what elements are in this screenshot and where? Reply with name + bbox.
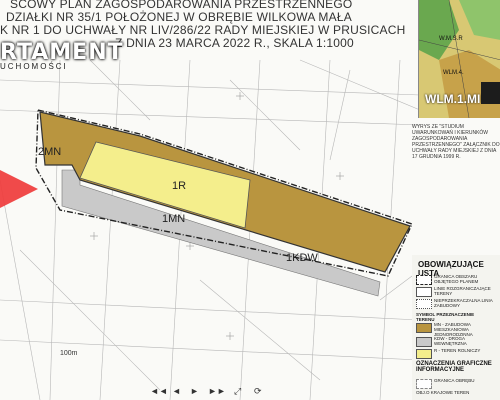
legend-text: GRANICA OBRĘBU [434,378,475,383]
prev-button[interactable]: ◄ [172,386,181,396]
inset-label-1: W.M.S.R [439,36,463,42]
first-button[interactable]: ◄◄ [150,386,168,396]
inset-label-2: WLM.4. [443,70,464,76]
zone-label-1r: 1R [172,180,187,192]
legend-swatch-building-line [416,299,432,309]
legend-row: NIEPRZEKRACZALNA LINIA ZABUDOWY [412,297,500,311]
legend-swatch-r [416,349,432,359]
legend-row: GRANICA OBRĘBU [412,377,500,391]
refresh-icon[interactable]: ⟳ [254,386,262,397]
last-button[interactable]: ►► [208,386,226,396]
legend-panel: OBOWIĄZUJĄCE USTA GRANICA OBSZARU OBJĘTE… [412,255,500,400]
study-inset-map: W.M.S.R WLM.4. WLM.1.MI [418,0,500,118]
legend-text: LINIE ROZGRANICZAJĄCE TERENY [434,286,491,296]
legend-text: GRANICA OBSZARU OBJĘTEGO PLANEM [434,274,479,284]
title-line-2: DZIAŁKI NR 35/1 POŁOŻONEJ W OBRĘBIE WILK… [6,10,352,24]
zone-label-1kdw: 1KDW [286,252,318,264]
zone-label-2mn: 2MN [38,146,62,158]
fullscreen-icon[interactable]: ⤢ [234,386,241,397]
legend-swatch-lines [416,287,432,297]
brand-subtitle: UCHOMOŚCI [0,62,68,71]
title-line-3: K NR 1 DO UCHWAŁY NR LIV/286/22 RADY MIE… [0,23,406,37]
legend-text: NIEPRZEKRACZALNA LINIA ZABUDOWY [434,298,493,308]
legend-swatch-kdw [416,337,432,347]
legend-row: R - TEREN ROLNICZY [412,347,500,361]
title-line-4: Z DNIA 23 MARCA 2022 R., SKALA 1:1000 [115,36,354,50]
map-viewer: SCOWY PLAN ZAGOSPODAROWANIA PRZESTRZENNE… [0,0,500,400]
legend-swatch-precinct [416,379,432,389]
inset-label-3: WLM.1.MI [425,92,481,106]
legend-swatch-mn [416,323,432,333]
legend-footer: OBJ.O KRAJOWE TEREN [416,390,470,395]
legend-swatch-boundary [416,275,432,285]
scale-label: 100m [60,350,78,357]
zone-label-1mn: 1MN [162,213,186,225]
legend-text: KDW - DROGA WEWNĘTRZNA [434,336,467,346]
legend-row: MN - ZABUDOWA MIESZKANIOWA JEDNORODZINNA [412,321,500,337]
next-button[interactable]: ► [190,386,199,396]
inset-caption: WYRYS ZE "STUDIUM UWARUNKOWAŃ I KIERUNKÓ… [412,124,500,160]
legend-text: R - TEREN ROLNICZY [434,348,481,353]
legend-section-title: OZNACZENIA GRAFICZNE INFORMACYJNE [416,361,492,373]
viewer-controls: ◄◄ ◄ ► ►► ⤢ ⟳ [150,386,390,400]
